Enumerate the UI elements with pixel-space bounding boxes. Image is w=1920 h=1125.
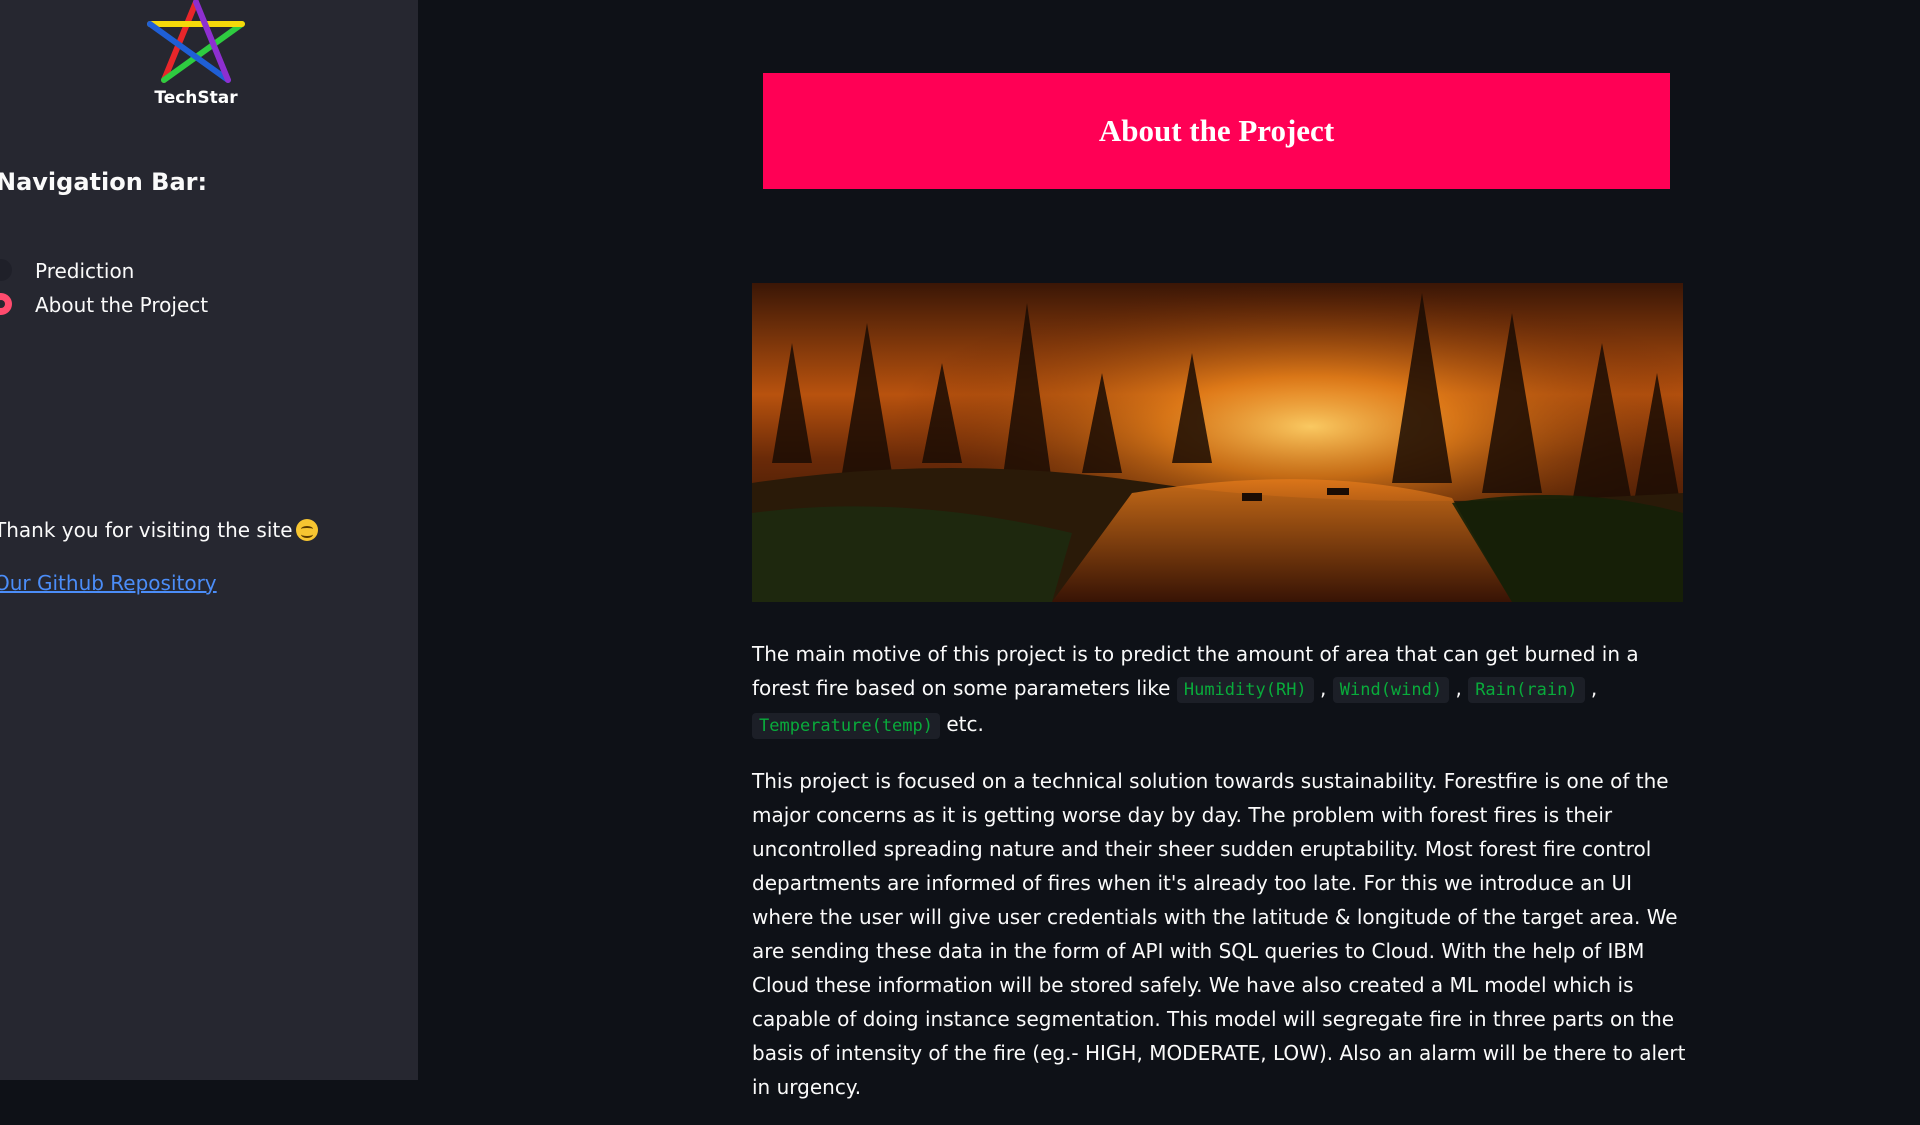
radio-selected-icon[interactable] <box>0 293 12 315</box>
techstar-logo: TechStar <box>140 0 252 112</box>
navigation-title: Navigation Bar: <box>0 168 208 196</box>
thanks-message: Thank you for visiting the site <box>0 515 318 545</box>
rainbow-star-icon <box>147 0 245 83</box>
code-humidity: Humidity(RH) <box>1176 677 1314 703</box>
radio-unselected-icon[interactable] <box>0 259 12 281</box>
sidebar: TechStar Navigation Bar: Prediction Abou… <box>0 0 418 1080</box>
code-wind: Wind(wind) <box>1332 677 1450 703</box>
project-description: The main motive of this project is to pr… <box>752 637 1692 1125</box>
radio-label-about[interactable]: About the Project <box>35 290 208 320</box>
paragraph-motive-end: etc. <box>940 712 984 736</box>
code-rain: Rain(rain) <box>1468 677 1585 703</box>
thanks-text: Thank you for visiting the site <box>0 518 293 542</box>
logo-text: TechStar <box>154 88 238 108</box>
paragraph-motive: The main motive of this project is to pr… <box>752 637 1692 743</box>
forest-fire-image <box>752 283 1683 602</box>
page-title: About the Project <box>1098 113 1335 148</box>
smiling-face-emoji-icon <box>295 519 318 541</box>
page-title-banner: About the Project <box>763 73 1670 189</box>
radio-label-prediction[interactable]: Prediction <box>35 256 134 286</box>
paragraph-description: This project is focused on a technical s… <box>752 769 1686 1099</box>
github-repository-link[interactable]: Our Github Repository <box>0 571 217 595</box>
code-temperature: Temperature(temp) <box>752 713 940 739</box>
